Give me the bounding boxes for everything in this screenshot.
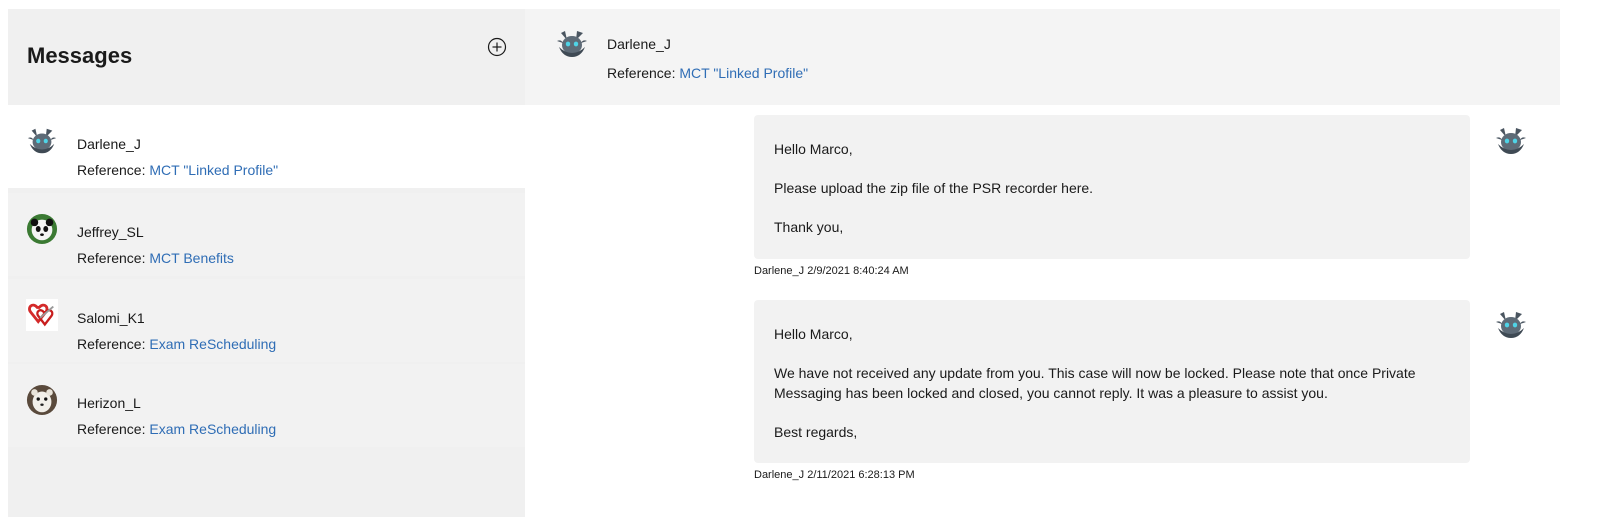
message-paragraph: Thank you,	[774, 219, 844, 235]
new-message-button[interactable]	[487, 37, 507, 57]
conversation-item-darlene[interactable]: Darlene_J Reference: MCT "Linked Profile…	[8, 105, 525, 188]
message-paragraph: Hello Marco,	[774, 326, 853, 342]
reference-link[interactable]: Exam ReScheduling	[149, 421, 276, 437]
thread-header: Darlene_J Reference: MCT "Linked Profile…	[525, 9, 1560, 105]
thread-reference: Reference: MCT "Linked Profile"	[607, 65, 808, 81]
sidebar-header: Messages	[8, 9, 525, 105]
reference-link[interactable]: MCT "Linked Profile"	[679, 65, 808, 81]
thread-contact-name: Darlene_J	[607, 36, 671, 52]
hearts-avatar-icon	[26, 299, 58, 331]
conversation-reference: Reference: Exam ReScheduling	[77, 336, 276, 352]
reference-label: Reference:	[77, 162, 146, 178]
conversation-reference: Reference: MCT Benefits	[77, 250, 234, 266]
wolf-avatar-icon	[1494, 124, 1528, 158]
conversation-item-jeffrey[interactable]: Jeffrey_SL Reference: MCT Benefits	[8, 193, 525, 276]
conversation-item-herizon[interactable]: Herizon_L Reference: Exam ReScheduling	[8, 364, 525, 447]
wolf-avatar-icon	[555, 27, 589, 61]
message-paragraph: Please upload the zip file of the PSR re…	[774, 180, 1094, 196]
wolf-avatar-icon	[26, 125, 58, 157]
conversation-reference: Reference: Exam ReScheduling	[77, 421, 276, 437]
message-paragraph: Hello Marco,	[774, 141, 853, 157]
reference-label: Reference:	[607, 65, 676, 81]
reference-label: Reference:	[77, 421, 146, 437]
reference-link[interactable]: MCT "Linked Profile"	[149, 162, 278, 178]
plus-circle-icon	[487, 37, 507, 57]
reference-label: Reference:	[77, 336, 146, 352]
conversation-list: Darlene_J Reference: MCT "Linked Profile…	[8, 105, 525, 517]
message-bubble: Hello Marco, Please upload the zip file …	[754, 115, 1470, 259]
message-paragraph: We have not received any update from you…	[774, 365, 1416, 401]
conversation-name: Salomi_K1	[77, 310, 145, 326]
conversation-name: Jeffrey_SL	[77, 224, 144, 240]
page-title: Messages	[27, 43, 133, 68]
conversation-reference: Reference: MCT "Linked Profile"	[77, 162, 278, 178]
reference-link[interactable]: MCT Benefits	[149, 250, 234, 266]
conversation-item-salomi[interactable]: Salomi_K1 Reference: Exam ReScheduling	[8, 279, 525, 362]
message-meta: Darlene_J 2/9/2021 8:40:24 AM	[754, 265, 909, 277]
reference-label: Reference:	[77, 250, 146, 266]
panda-avatar-icon	[26, 213, 58, 245]
message-paragraph: Best regards,	[774, 424, 858, 440]
conversation-name: Herizon_L	[77, 395, 141, 411]
conversation-name: Darlene_J	[77, 136, 141, 152]
wolf-avatar-icon	[1494, 308, 1528, 342]
ferret-avatar-icon	[26, 384, 58, 416]
reference-link[interactable]: Exam ReScheduling	[149, 336, 276, 352]
messages-app: Messages Darlene_J Reference: MCT "Linke…	[8, 9, 1608, 517]
message-bubble: Hello Marco, We have not received any up…	[754, 300, 1470, 463]
message-meta: Darlene_J 2/11/2021 6:28:13 PM	[754, 469, 915, 481]
